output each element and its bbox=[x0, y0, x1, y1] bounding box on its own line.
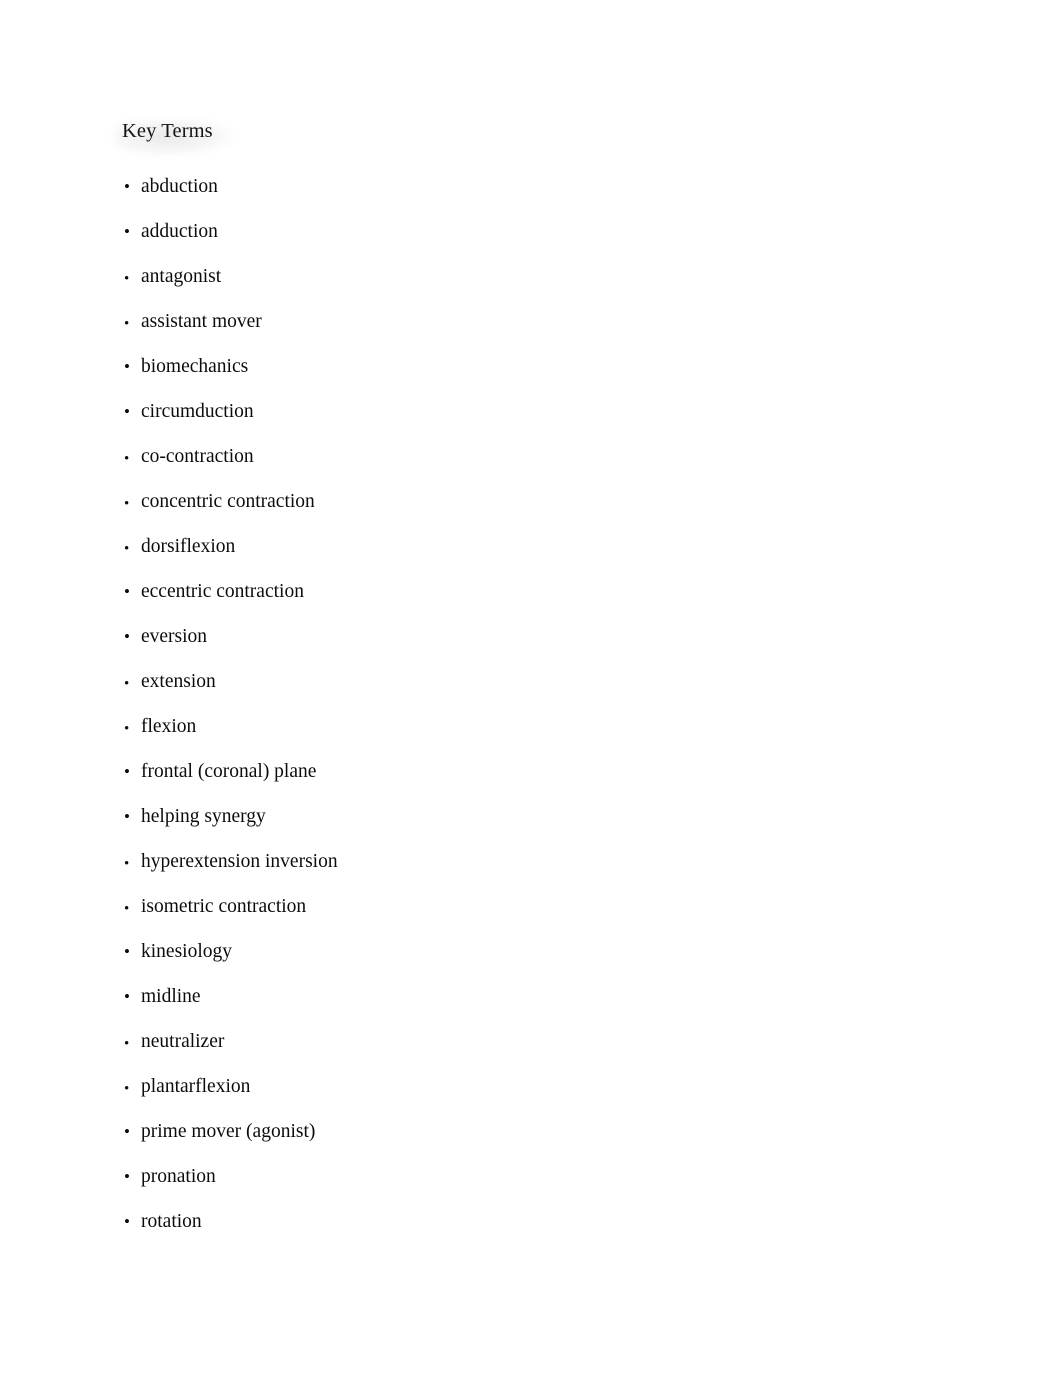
key-term-label: dorsiflexion bbox=[141, 536, 236, 557]
list-item: • eccentric contraction bbox=[122, 569, 882, 614]
key-term-label: adduction bbox=[141, 221, 218, 242]
bullet-icon: • bbox=[124, 762, 130, 781]
list-item: • isometric contraction bbox=[122, 884, 882, 929]
key-term-label: assistant mover bbox=[141, 311, 262, 332]
bullet-icon: • bbox=[124, 901, 130, 917]
key-term-label: helping synergy bbox=[141, 806, 266, 827]
bullet-icon: • bbox=[124, 676, 130, 692]
key-term-label: rotation bbox=[141, 1211, 202, 1232]
key-term-label: biomechanics bbox=[141, 356, 249, 377]
key-term-label: concentric contraction bbox=[141, 491, 315, 512]
bullet-icon: • bbox=[124, 222, 130, 241]
key-term-label: abduction bbox=[141, 176, 218, 197]
key-term-label: pronation bbox=[141, 1166, 216, 1187]
key-term-label: flexion bbox=[141, 716, 197, 737]
bullet-icon: • bbox=[124, 1167, 130, 1186]
list-item: • helping synergy bbox=[122, 794, 882, 839]
key-term-label: isometric contraction bbox=[141, 896, 307, 917]
key-term-label: kinesiology bbox=[141, 941, 232, 962]
key-term-label: co-contraction bbox=[141, 446, 254, 467]
list-item: • neutralizer bbox=[122, 1019, 882, 1064]
bullet-icon: • bbox=[124, 1122, 130, 1141]
key-term-label: neutralizer bbox=[141, 1031, 225, 1052]
list-item: • biomechanics bbox=[122, 344, 882, 389]
key-term-label: plantarflexion bbox=[141, 1076, 251, 1097]
bullet-icon: • bbox=[124, 271, 130, 287]
list-item: • flexion bbox=[122, 704, 882, 749]
list-item: • midline bbox=[122, 974, 882, 1019]
key-term-label: midline bbox=[141, 986, 201, 1007]
key-term-label: eversion bbox=[141, 626, 208, 647]
bullet-icon: • bbox=[124, 451, 130, 467]
list-item: • prime mover (agonist) bbox=[122, 1109, 882, 1154]
key-term-label: frontal (coronal) plane bbox=[141, 761, 317, 782]
list-item: • abduction bbox=[122, 164, 882, 209]
bullet-icon: • bbox=[124, 1212, 130, 1231]
list-item: • rotation bbox=[122, 1199, 882, 1244]
key-term-label: antagonist bbox=[141, 266, 222, 287]
list-item: • co-contraction bbox=[122, 434, 882, 479]
bullet-icon: • bbox=[124, 582, 130, 601]
bullet-icon: • bbox=[124, 721, 130, 737]
key-term-label: circumduction bbox=[141, 401, 254, 422]
bullet-icon: • bbox=[124, 987, 130, 1006]
list-item: • pronation bbox=[122, 1154, 882, 1199]
bullet-icon: • bbox=[124, 357, 130, 376]
bullet-icon: • bbox=[124, 856, 130, 872]
list-item: • concentric contraction bbox=[122, 479, 882, 524]
bullet-icon: • bbox=[124, 496, 130, 512]
page-title: Key Terms bbox=[122, 120, 213, 142]
list-item: • kinesiology bbox=[122, 929, 882, 974]
bullet-icon: • bbox=[124, 1081, 130, 1097]
bullet-icon: • bbox=[124, 1036, 130, 1052]
list-item: • antagonist bbox=[122, 254, 882, 299]
key-terms-list: • abduction • adduction • antagonist • assistan… bbox=[122, 164, 882, 1244]
document-content: Key Terms • abduction • adduction • antagonis… bbox=[114, 118, 882, 1244]
list-item: • dorsiflexion bbox=[122, 524, 882, 569]
list-item: • assistant mover bbox=[122, 299, 882, 344]
bullet-icon: • bbox=[124, 402, 130, 421]
list-item: • frontal (coronal) plane bbox=[122, 749, 882, 794]
bullet-icon: • bbox=[124, 942, 130, 961]
list-item: • hyperextension inversion bbox=[122, 839, 882, 884]
key-term-label: eccentric contraction bbox=[141, 581, 304, 602]
page-title-wrapper: Key Terms bbox=[114, 118, 232, 156]
key-term-label: hyperextension inversion bbox=[141, 851, 338, 872]
list-item: • adduction bbox=[122, 209, 882, 254]
bullet-icon: • bbox=[124, 316, 130, 332]
document-page: Key Terms • abduction • adduction • antagonis… bbox=[0, 0, 1062, 1377]
list-item: • eversion bbox=[122, 614, 882, 659]
bullet-icon: • bbox=[124, 541, 130, 557]
key-term-label: prime mover (agonist) bbox=[141, 1121, 316, 1142]
bullet-icon: • bbox=[124, 807, 130, 826]
bullet-icon: • bbox=[124, 627, 130, 646]
list-item: • extension bbox=[122, 659, 882, 704]
list-item: • circumduction bbox=[122, 389, 882, 434]
key-term-label: extension bbox=[141, 671, 216, 692]
list-item: • plantarflexion bbox=[122, 1064, 882, 1109]
bullet-icon: • bbox=[124, 177, 130, 196]
